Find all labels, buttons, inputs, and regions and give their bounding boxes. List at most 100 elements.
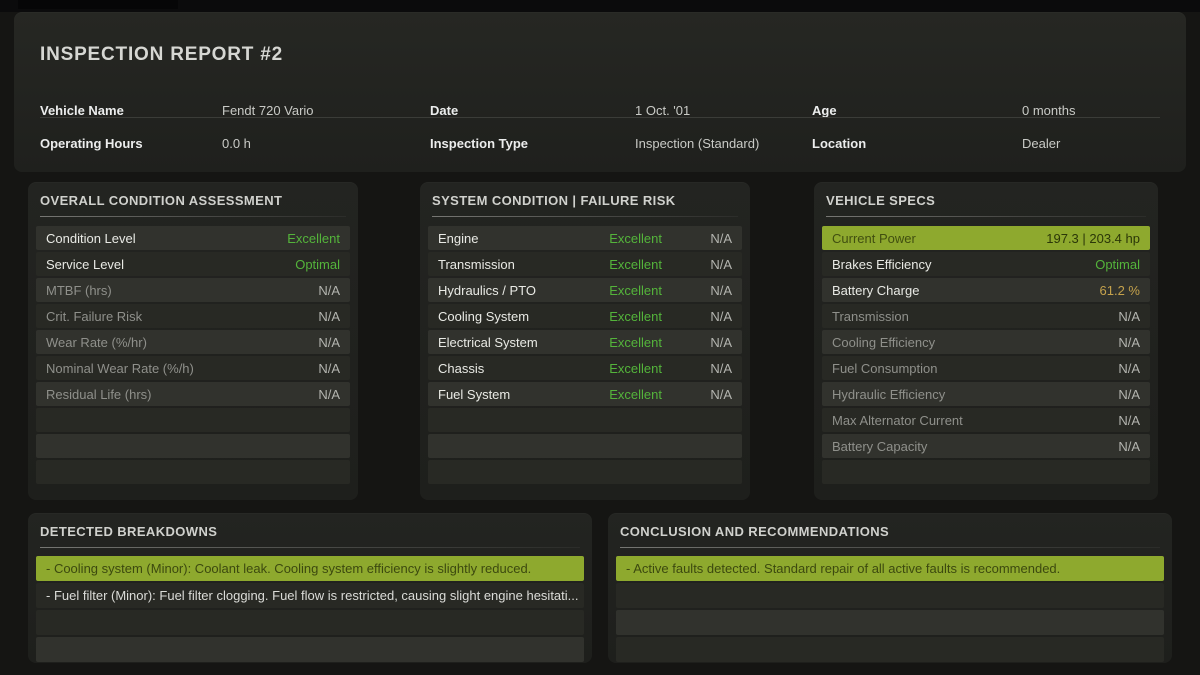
- table-row: Max Alternator Current N/A: [822, 408, 1150, 432]
- table-row: Nominal Wear Rate (%/h) N/A: [36, 356, 350, 380]
- row-label: Battery Charge: [832, 283, 1100, 298]
- row-value: N/A: [1118, 413, 1140, 428]
- row-value: N/A: [318, 309, 340, 324]
- row-label: Fuel System: [438, 387, 557, 402]
- row-label: Current Power: [832, 231, 1046, 246]
- empty-row: [36, 637, 584, 662]
- table-row: Brakes Efficiency Optimal: [822, 252, 1150, 276]
- empty-row: [428, 460, 742, 484]
- row-risk: N/A: [662, 335, 732, 350]
- row-label: Brakes Efficiency: [832, 257, 1095, 272]
- breakdown-item-highlighted: - Cooling system (Minor): Coolant leak. …: [36, 556, 584, 581]
- field-value-vehicle-name: Fendt 720 Vario: [222, 103, 314, 118]
- system-condition-panel: SYSTEM CONDITION | FAILURE RISK Engine E…: [420, 182, 750, 500]
- row-value: N/A: [1118, 335, 1140, 350]
- row-value: N/A: [318, 335, 340, 350]
- report-title: INSPECTION REPORT #2: [40, 44, 283, 66]
- row-value: N/A: [318, 283, 340, 298]
- row-label: Max Alternator Current: [832, 413, 1118, 428]
- row-label: Hydraulics / PTO: [438, 283, 557, 298]
- row-risk: N/A: [662, 283, 732, 298]
- empty-row: [36, 434, 350, 458]
- breakdown-item: - Fuel filter (Minor): Fuel filter clogg…: [36, 583, 584, 608]
- overall-condition-title: OVERALL CONDITION ASSESSMENT: [28, 182, 358, 208]
- table-row: Fuel Consumption N/A: [822, 356, 1150, 380]
- table-row: Transmission N/A: [822, 304, 1150, 328]
- table-row: MTBF (hrs) N/A: [36, 278, 350, 302]
- row-value: Optimal: [1095, 257, 1140, 272]
- table-row: Hydraulic Efficiency N/A: [822, 382, 1150, 406]
- row-risk: N/A: [662, 231, 732, 246]
- row-label: Crit. Failure Risk: [46, 309, 318, 324]
- row-value: 197.3 | 203.4 hp: [1046, 231, 1140, 246]
- empty-row: [822, 460, 1150, 484]
- row-condition: Excellent: [557, 387, 662, 402]
- row-value: Optimal: [295, 257, 340, 272]
- row-condition: Excellent: [557, 257, 662, 272]
- table-row: Crit. Failure Risk N/A: [36, 304, 350, 328]
- row-label: Cooling System: [438, 309, 557, 324]
- table-row: Residual Life (hrs) N/A: [36, 382, 350, 406]
- field-label-date: Date: [430, 103, 458, 118]
- header-separator: [40, 117, 1160, 118]
- vehicle-specs-panel: VEHICLE SPECS Current Power 197.3 | 203.…: [814, 182, 1158, 500]
- table-row: Fuel System Excellent N/A: [428, 382, 742, 406]
- row-condition: Excellent: [557, 309, 662, 324]
- empty-row: [428, 434, 742, 458]
- table-row: Hydraulics / PTO Excellent N/A: [428, 278, 742, 302]
- row-label: Fuel Consumption: [832, 361, 1118, 376]
- conclusion-panel: CONCLUSION AND RECOMMENDATIONS - Active …: [608, 513, 1172, 663]
- field-value-date: 1 Oct. '01: [635, 103, 690, 118]
- field-value-location: Dealer: [1022, 136, 1060, 151]
- overall-condition-panel: OVERALL CONDITION ASSESSMENT Condition L…: [28, 182, 358, 500]
- row-label: Nominal Wear Rate (%/h): [46, 361, 318, 376]
- table-row: Battery Charge 61.2 %: [822, 278, 1150, 302]
- row-value: 61.2 %: [1100, 283, 1140, 298]
- field-value-inspection-type: Inspection (Standard): [635, 136, 759, 151]
- field-label-age: Age: [812, 103, 837, 118]
- row-value: N/A: [1118, 309, 1140, 324]
- field-value-age: 0 months: [1022, 103, 1075, 118]
- table-row: Service Level Optimal: [36, 252, 350, 276]
- row-label: Cooling Efficiency: [832, 335, 1118, 350]
- row-value: N/A: [1118, 361, 1140, 376]
- table-row: Transmission Excellent N/A: [428, 252, 742, 276]
- row-risk: N/A: [662, 361, 732, 376]
- row-label: Hydraulic Efficiency: [832, 387, 1118, 402]
- row-label: MTBF (hrs): [46, 283, 318, 298]
- system-condition-title: SYSTEM CONDITION | FAILURE RISK: [420, 182, 750, 208]
- row-label: Residual Life (hrs): [46, 387, 318, 402]
- table-row-highlighted: Current Power 197.3 | 203.4 hp: [822, 226, 1150, 250]
- table-row: Electrical System Excellent N/A: [428, 330, 742, 354]
- row-label: Battery Capacity: [832, 439, 1118, 454]
- row-condition: Excellent: [557, 283, 662, 298]
- table-row: Chassis Excellent N/A: [428, 356, 742, 380]
- row-risk: N/A: [662, 257, 732, 272]
- row-label: Chassis: [438, 361, 557, 376]
- row-value: Excellent: [287, 231, 340, 246]
- row-value: N/A: [318, 361, 340, 376]
- field-label-location: Location: [812, 136, 866, 151]
- empty-row: [36, 408, 350, 432]
- table-row: Wear Rate (%/hr) N/A: [36, 330, 350, 354]
- row-label: Engine: [438, 231, 557, 246]
- row-condition: Excellent: [557, 361, 662, 376]
- vehicle-specs-title: VEHICLE SPECS: [814, 182, 1158, 208]
- row-value: N/A: [1118, 387, 1140, 402]
- empty-row: [36, 610, 584, 635]
- empty-row: [616, 610, 1164, 635]
- empty-row: [36, 460, 350, 484]
- empty-row: [616, 583, 1164, 608]
- screen-top-strip: [0, 0, 1200, 12]
- row-value: N/A: [318, 387, 340, 402]
- row-risk: N/A: [662, 387, 732, 402]
- conclusion-title: CONCLUSION AND RECOMMENDATIONS: [608, 513, 1172, 539]
- empty-row: [616, 637, 1164, 662]
- empty-row: [428, 408, 742, 432]
- row-condition: Excellent: [557, 335, 662, 350]
- table-row: Condition Level Excellent: [36, 226, 350, 250]
- table-row: Cooling System Excellent N/A: [428, 304, 742, 328]
- row-label: Service Level: [46, 257, 295, 272]
- row-value: N/A: [1118, 439, 1140, 454]
- row-label: Wear Rate (%/hr): [46, 335, 318, 350]
